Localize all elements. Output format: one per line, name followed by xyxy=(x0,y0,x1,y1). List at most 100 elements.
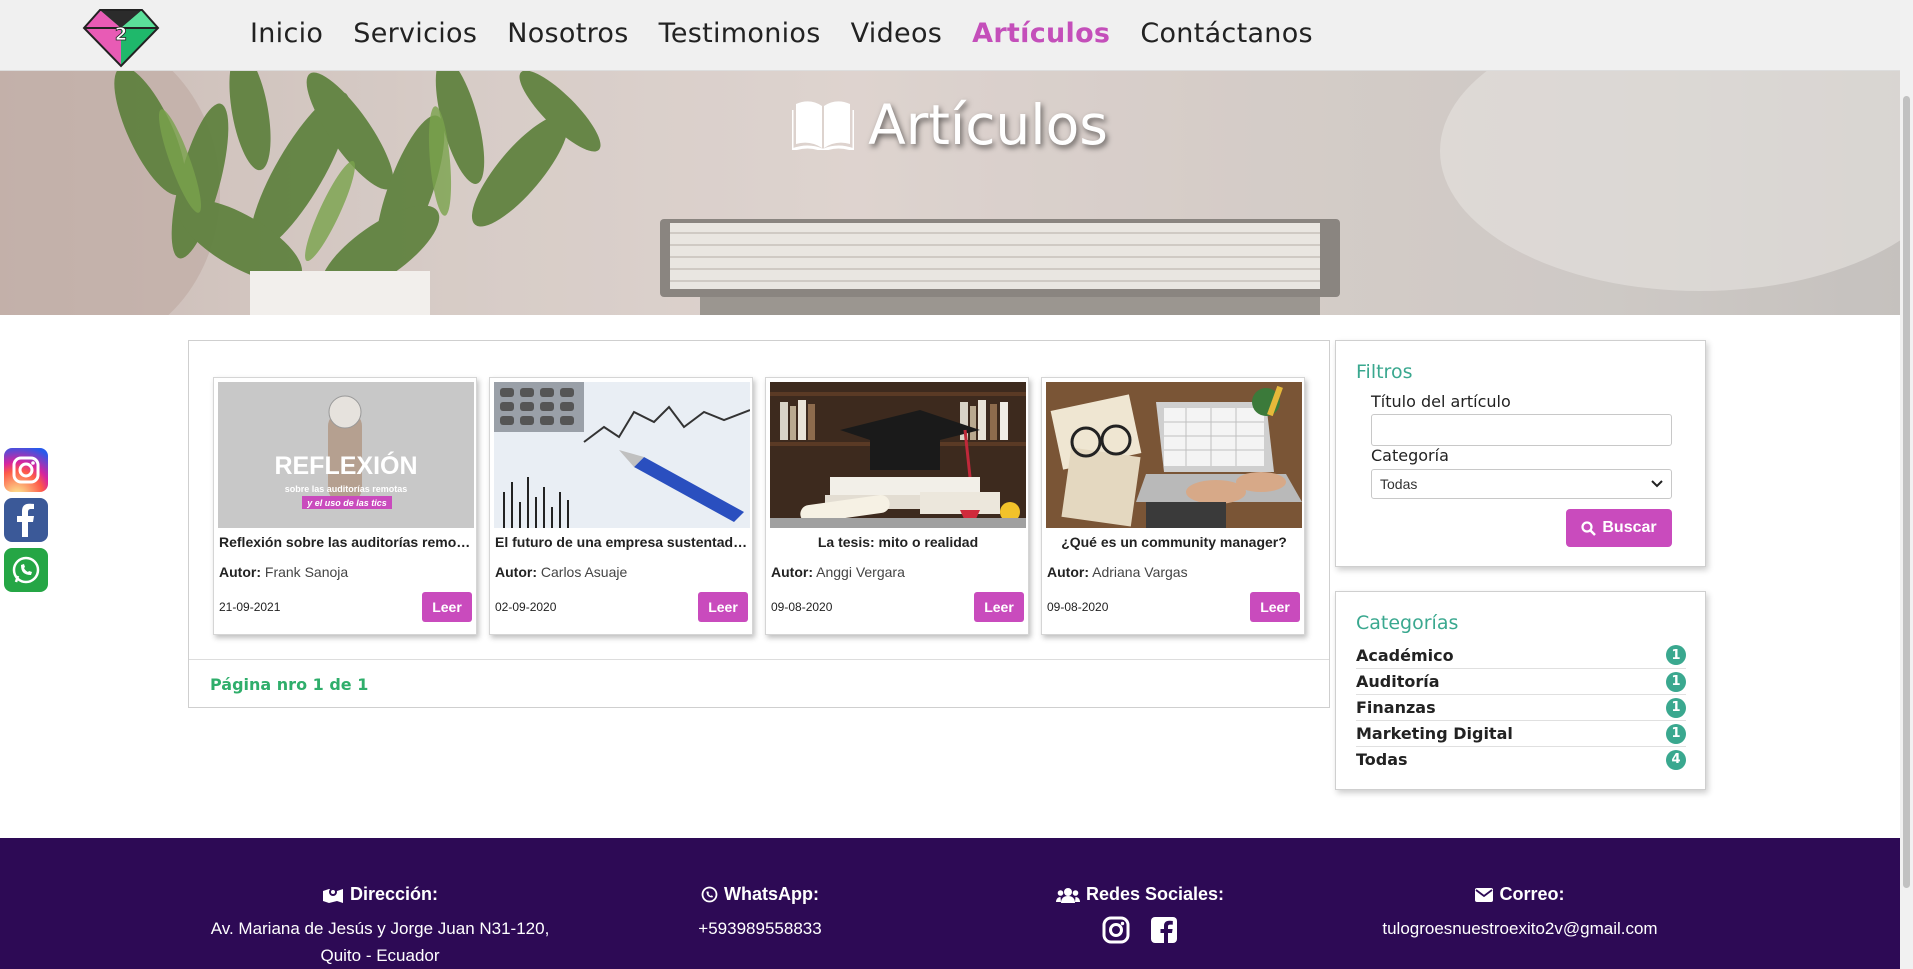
category-name: Marketing Digital xyxy=(1356,724,1513,743)
article-date: 02-09-2020 xyxy=(495,600,557,614)
footer-email: Correo: tulogroesnuestroexito2v@gmail.co… xyxy=(1340,884,1700,942)
categories-list: Académico 1 Auditoría 1 Finanzas 1 Marketin… xyxy=(1356,642,1686,772)
author-label: Autor: xyxy=(1047,564,1089,580)
scrollbar-thumb[interactable] xyxy=(1903,96,1910,888)
search-button-label: Buscar xyxy=(1602,519,1657,536)
article-card: La tesis: mito o realidad Autor: Anggi V… xyxy=(765,377,1029,635)
address-text: Av. Mariana de Jesús y Jorge Juan N31-12… xyxy=(210,919,550,965)
article-title[interactable]: Reflexión sobre las auditorías remotas y… xyxy=(219,534,473,550)
logo-number: 2 xyxy=(115,24,128,45)
facebook-icon[interactable] xyxy=(4,498,48,542)
footer-social-icons xyxy=(1000,915,1280,945)
whatsapp-number[interactable]: +593989558833 xyxy=(640,915,880,942)
email-label: Correo: xyxy=(1499,884,1565,904)
category-select-value: Todas xyxy=(1380,476,1418,492)
address-heading: Dirección: xyxy=(200,884,560,905)
scrollbar[interactable] xyxy=(1900,0,1913,969)
category-count-badge: 1 xyxy=(1666,645,1686,665)
image-subcaption-2: y el uso de las tics xyxy=(306,498,387,508)
article-author: Autor: Carlos Asuaje xyxy=(495,564,627,580)
whatsapp-heading: WhatsApp: xyxy=(640,884,880,905)
category-select[interactable]: Todas xyxy=(1371,469,1672,499)
author-name: Adriana Vargas xyxy=(1092,564,1188,580)
article-date: 21-09-2021 xyxy=(219,600,281,614)
article-image[interactable] xyxy=(1046,382,1302,528)
category-count-badge: 4 xyxy=(1666,749,1686,770)
title-filter-label: Título del artículo xyxy=(1371,392,1511,411)
categories-box: Categorías Académico 1 Auditoría 1 Finanza… xyxy=(1335,591,1706,790)
category-item-finanzas[interactable]: Finanzas 1 xyxy=(1356,694,1686,720)
nav-links: Inicio Servicios Nosotros Testimonios Vi… xyxy=(250,18,1313,49)
email-heading: Correo: xyxy=(1340,884,1700,905)
category-item-marketing-digital[interactable]: Marketing Digital 1 xyxy=(1356,720,1686,746)
article-title[interactable]: La tesis: mito o realidad xyxy=(771,534,1025,550)
category-count-badge: 1 xyxy=(1666,671,1686,692)
title-filter-input[interactable] xyxy=(1371,414,1672,446)
category-item-auditoria[interactable]: Auditoría 1 xyxy=(1356,668,1686,694)
article-image[interactable] xyxy=(494,382,750,528)
footer-address: Dirección: Av. Mariana de Jesús y Jorge … xyxy=(200,884,560,969)
category-count-badge: 1 xyxy=(1666,697,1686,718)
nav-servicios[interactable]: Servicios xyxy=(353,18,477,49)
article-card: El futuro de una empresa sustentada en l… xyxy=(489,377,753,635)
page: 2 Inicio Servicios Nosotros Testimonios … xyxy=(0,0,1913,969)
whatsapp-icon xyxy=(701,886,718,903)
article-title[interactable]: El futuro de una empresa sustentada en l… xyxy=(495,534,749,550)
nav-testimonios[interactable]: Testimonios xyxy=(659,18,821,49)
read-button[interactable]: Leer xyxy=(1250,592,1300,622)
address-label: Dirección: xyxy=(349,884,439,904)
author-name: Frank Sanoja xyxy=(264,564,349,580)
author-label: Autor: xyxy=(495,564,537,580)
nav-inicio[interactable]: Inicio xyxy=(250,18,323,49)
category-name: Finanzas xyxy=(1356,698,1436,717)
read-button[interactable]: Leer xyxy=(974,592,1024,622)
categories-heading: Categorías xyxy=(1356,612,1459,634)
article-image[interactable]: REFLEXIÓN sobre las auditorías remotas y… xyxy=(218,382,474,528)
nav-videos[interactable]: Videos xyxy=(851,18,943,49)
social-heading: Redes Sociales: xyxy=(1000,884,1280,905)
search-button[interactable]: Buscar xyxy=(1566,509,1672,547)
author-label: Autor: xyxy=(771,564,813,580)
category-filter-label: Categoría xyxy=(1371,446,1449,465)
article-date: 09-08-2020 xyxy=(1047,600,1109,614)
chevron-down-icon xyxy=(1651,480,1663,488)
instagram-icon[interactable] xyxy=(1101,915,1131,945)
category-name: Todas xyxy=(1356,750,1408,769)
article-date: 09-08-2020 xyxy=(771,600,833,614)
social-label: Redes Sociales: xyxy=(1085,884,1225,904)
category-name: Auditoría xyxy=(1356,672,1440,691)
map-marked-icon xyxy=(322,887,343,903)
article-image[interactable] xyxy=(770,382,1026,528)
footer-social: Redes Sociales: xyxy=(1000,884,1280,945)
nav-contactanos[interactable]: Contáctanos xyxy=(1140,18,1313,49)
article-card: REFLEXIÓN sobre las auditorías remotas y… xyxy=(213,377,477,635)
author-name: Anggi Vergara xyxy=(816,564,905,580)
author-name: Carlos Asuaje xyxy=(540,564,628,580)
filters-box: Filtros Título del artículo Categoría To… xyxy=(1335,340,1706,567)
category-item-todas[interactable]: Todas 4 xyxy=(1356,746,1686,772)
image-caption: REFLEXIÓN xyxy=(274,450,417,480)
logo[interactable]: 2 xyxy=(80,6,162,68)
read-button[interactable]: Leer xyxy=(698,592,748,622)
author-label: Autor: xyxy=(219,564,261,580)
whatsapp-icon[interactable] xyxy=(4,548,48,592)
article-card: ¿Qué es un community manager? Autor: Adr… xyxy=(1041,377,1305,635)
page-title-text: Artículos xyxy=(868,93,1108,157)
email-address[interactable]: tulogroesnuestroexito2v@gmail.com xyxy=(1340,915,1700,942)
whatsapp-label: WhatsApp: xyxy=(724,884,819,904)
footer: Dirección: Av. Mariana de Jesús y Jorge … xyxy=(0,838,1900,969)
nav-nosotros[interactable]: Nosotros xyxy=(507,18,628,49)
facebook-icon[interactable] xyxy=(1149,915,1179,945)
nav-articulos[interactable]: Artículos xyxy=(972,18,1110,49)
image-subcaption: sobre las auditorías remotas xyxy=(285,484,408,494)
article-author: Autor: Anggi Vergara xyxy=(771,564,905,580)
category-count-badge: 1 xyxy=(1666,723,1686,744)
divider xyxy=(189,659,1329,660)
category-item-academico[interactable]: Académico 1 xyxy=(1356,642,1686,668)
article-title[interactable]: ¿Qué es un community manager? xyxy=(1047,534,1301,550)
instagram-icon[interactable] xyxy=(4,448,48,492)
floating-social-bar xyxy=(4,448,48,598)
category-name: Académico xyxy=(1356,645,1454,665)
read-button[interactable]: Leer xyxy=(422,592,472,622)
page-title: Artículos xyxy=(0,93,1900,157)
